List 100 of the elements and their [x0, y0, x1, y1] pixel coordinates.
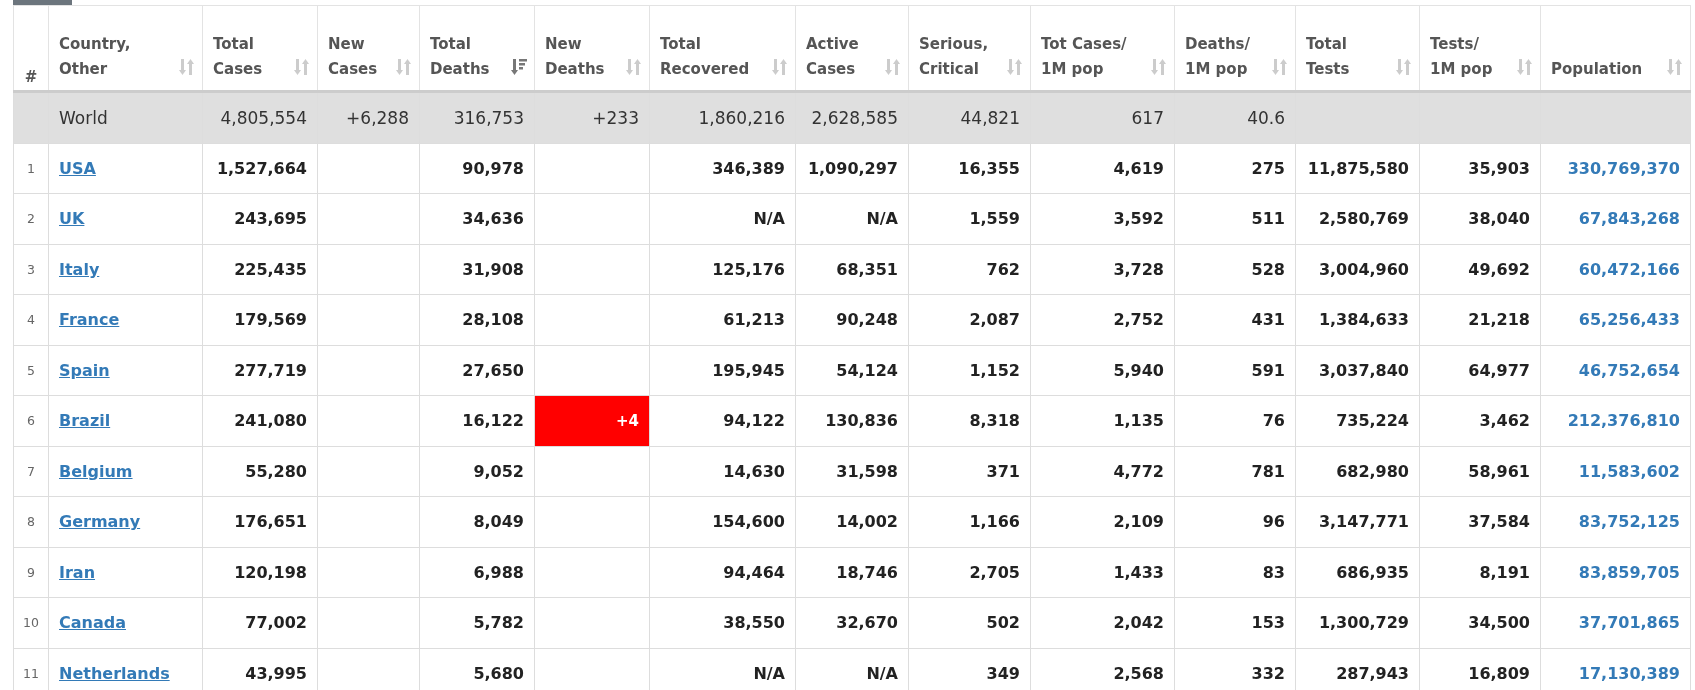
sort-descending-icon[interactable]	[511, 58, 527, 76]
sort-icon[interactable]	[772, 58, 788, 76]
table-cell: 4,619	[1113, 158, 1164, 178]
table-cell: N/A	[866, 663, 898, 683]
sort-icon[interactable]	[1151, 58, 1167, 76]
table-cell: 11,875,580	[1307, 158, 1409, 178]
table-cell: 21,218	[1468, 310, 1530, 330]
table-cell: 4,805,554	[220, 107, 307, 128]
table-cell: 9,052	[473, 461, 524, 481]
rank-number: 6	[27, 413, 35, 429]
table-cell: 96	[1262, 512, 1285, 532]
sort-icon[interactable]	[396, 58, 412, 76]
table-cell: 18,746	[836, 562, 898, 582]
sort-icon[interactable]	[1007, 58, 1023, 76]
table-cell: 8,049	[473, 512, 524, 532]
table-cell: 2,580,769	[1318, 209, 1409, 229]
table-cell: 37,584	[1468, 512, 1530, 532]
table-cell: 38,040	[1468, 209, 1530, 229]
sort-icon[interactable]	[294, 58, 310, 76]
table-cell: 3,462	[1479, 411, 1530, 431]
table-cell: +6,288	[346, 107, 409, 128]
table-cell: 38,550	[723, 613, 785, 633]
table-cell: 1,527,664	[216, 158, 307, 178]
table-cell: 2,042	[1113, 613, 1164, 633]
country-link[interactable]: Belgium	[59, 461, 133, 481]
country-link[interactable]: Canada	[59, 613, 126, 633]
population-value: 67,843,268	[1578, 209, 1680, 229]
country-link[interactable]: France	[59, 310, 120, 330]
table-cell: 125,176	[712, 259, 785, 279]
table-cell: 1,384,633	[1318, 310, 1409, 330]
sort-icon[interactable]	[1667, 58, 1683, 76]
population-value: 37,701,865	[1578, 613, 1680, 633]
population-value: 65,256,433	[1578, 310, 1680, 330]
alert-cell: +4	[534, 395, 650, 446]
sort-icon[interactable]	[1272, 58, 1288, 76]
table-cell: 511	[1251, 209, 1285, 229]
table-cell: 781	[1251, 461, 1285, 481]
country-cell: World	[48, 91, 203, 143]
country-link[interactable]: Spain	[59, 360, 110, 380]
table-cell: 371	[986, 461, 1020, 481]
table-cell: 68,351	[836, 259, 898, 279]
table-cell: +233	[592, 107, 639, 128]
population-value: 11,583,602	[1578, 461, 1680, 481]
table-cell: 27,650	[462, 360, 524, 380]
table-cell: 55,280	[245, 461, 307, 481]
population-value: 330,769,370	[1567, 158, 1680, 178]
table-cell: 1,860,216	[698, 107, 785, 128]
table-cell: 5,680	[473, 663, 524, 683]
table-cell: 44,821	[960, 107, 1020, 128]
table-cell: 1,090,297	[807, 158, 898, 178]
table-cell: 3,004,960	[1318, 259, 1409, 279]
population-value: 83,752,125	[1578, 512, 1680, 532]
country-link[interactable]: Brazil	[59, 411, 111, 431]
table-cell: 34,636	[462, 209, 524, 229]
sort-icon[interactable]	[179, 58, 195, 76]
table-cell: 31,598	[836, 461, 898, 481]
table-cell: 49,692	[1468, 259, 1530, 279]
table-cell: 58,961	[1468, 461, 1530, 481]
country-link[interactable]: UK	[59, 209, 85, 229]
rank-number: 8	[27, 514, 35, 530]
table-cell: 3,592	[1113, 209, 1164, 229]
country-link[interactable]: Italy	[59, 259, 100, 279]
table-cell: 3,147,771	[1318, 512, 1409, 532]
country-link[interactable]: USA	[59, 158, 96, 178]
table-cell: 16,122	[462, 411, 524, 431]
table-cell: 2,568	[1113, 663, 1164, 683]
table-cell: 225,435	[234, 259, 307, 279]
table-cell: 686,935	[1336, 562, 1409, 582]
table-cell: 94,122	[723, 411, 785, 431]
population-value: 212,376,810	[1567, 411, 1680, 431]
table-cell: 1,300,729	[1318, 613, 1409, 633]
table-cell: 195,945	[712, 360, 785, 380]
table-cell: 4,772	[1113, 461, 1164, 481]
sort-icon[interactable]	[626, 58, 642, 76]
sort-icon[interactable]	[1396, 58, 1412, 76]
table-cell: 90,978	[462, 158, 524, 178]
table-cell: 1,152	[969, 360, 1020, 380]
table-cell: 3,728	[1113, 259, 1164, 279]
table-cell: 77,002	[245, 613, 307, 633]
rank-number: 1	[27, 160, 35, 176]
country-link[interactable]: Iran	[59, 562, 96, 582]
table-cell: N/A	[866, 209, 898, 229]
table-cell: 332	[1251, 663, 1285, 683]
table-cell: 61,213	[723, 310, 785, 330]
table-cell: 76	[1262, 411, 1285, 431]
table-cell: 94,464	[723, 562, 785, 582]
table-cell: 682,980	[1336, 461, 1409, 481]
sort-icon[interactable]	[1517, 58, 1533, 76]
table-cell: 1,135	[1113, 411, 1164, 431]
table-cell: 28,108	[462, 310, 524, 330]
table-cell: 8,318	[969, 411, 1020, 431]
sort-icon[interactable]	[885, 58, 901, 76]
table-cell: 431	[1251, 310, 1285, 330]
table-cell: 2,109	[1113, 512, 1164, 532]
table-cell: 2,087	[969, 310, 1020, 330]
table-cell: 277,719	[234, 360, 307, 380]
table-cell: 176,651	[234, 512, 307, 532]
table-cell: 2,705	[969, 562, 1020, 582]
table-cell: 2,752	[1113, 310, 1164, 330]
table-cell: 316,753	[453, 107, 524, 128]
